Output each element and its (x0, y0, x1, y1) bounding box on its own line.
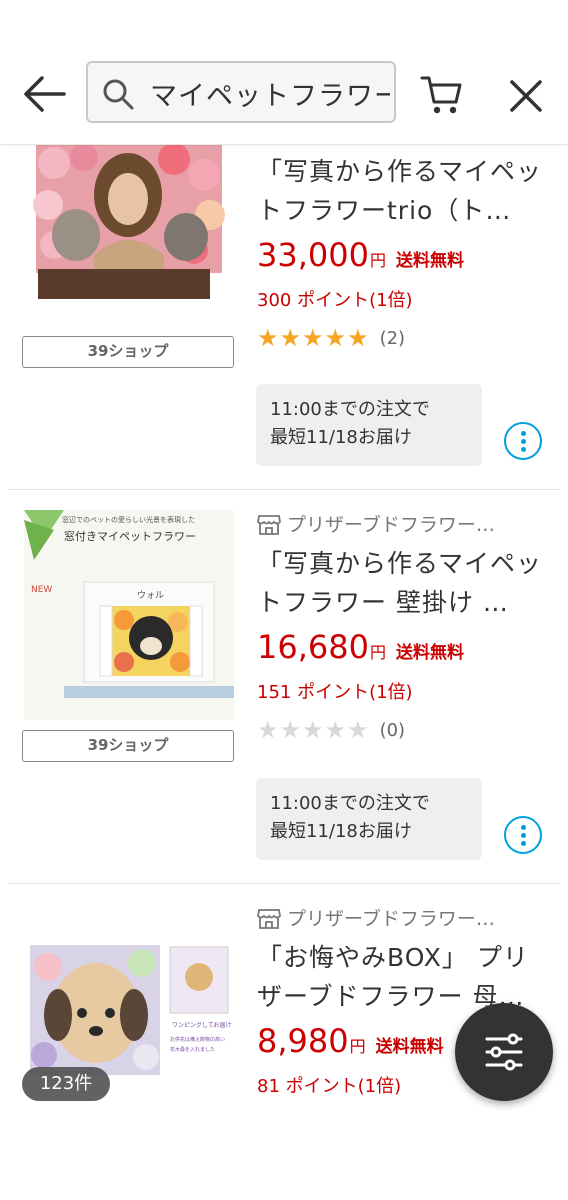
rating: ★ ★ ★ ★ ★ (0) (257, 716, 549, 744)
divider (8, 489, 560, 490)
star-icon: ★ (257, 324, 279, 352)
points: 300 ポイント(1倍) (257, 290, 413, 311)
free-shipping-label: 送料無料 (375, 1037, 444, 1057)
star-icon: ★ (347, 716, 369, 744)
star-icon: ★ (324, 324, 347, 352)
shop-tag: 39ショップ (22, 336, 234, 368)
star-icon: ★ (257, 716, 279, 744)
shop-tag: 39ショップ (22, 730, 234, 762)
delivery-info: 11:00までの注文で 最短11/18お届け (256, 384, 482, 466)
rating: ★ ★ ★ ★ ★ (2) (257, 324, 549, 352)
image-headline: 窓付きマイペットフラワー (64, 529, 196, 543)
free-shipping-label: 送料無料 (395, 251, 464, 271)
price: 16,680 (257, 628, 369, 666)
filter-button[interactable] (455, 1003, 553, 1101)
image-name-plate: ウォル (137, 590, 164, 601)
price: 33,000 (257, 236, 369, 274)
rating-count: (0) (379, 719, 406, 741)
product-image[interactable] (24, 145, 234, 303)
cart-button[interactable] (418, 70, 466, 118)
seller-name[interactable]: プリザーブドフラワー… (257, 512, 549, 538)
star-icon: ★ (302, 716, 324, 744)
top-bar (0, 0, 568, 145)
filter-sliders-icon (485, 1033, 523, 1071)
seller-label: プリザーブドフラワー… (287, 514, 495, 536)
points: 151 ポイント(1倍) (257, 682, 413, 703)
star-icon: ★ (279, 324, 302, 352)
price-row: 16,680 円 送料無料 (257, 628, 549, 672)
delivery-line: 最短11/18お届け (270, 427, 412, 448)
more-options-button[interactable] (504, 422, 542, 460)
delivery-line: 最短11/18お届け (270, 821, 412, 842)
image-text: お供花は備え飾物の高い (170, 1036, 225, 1043)
product-title[interactable]: 「写真から作るマイペットフラワーtrio（ト… (257, 152, 549, 230)
rating-count: (2) (379, 327, 406, 349)
more-options-button[interactable] (504, 816, 542, 854)
back-button[interactable] (20, 72, 68, 116)
product-info: 「写真から作るマイペットフラワーtrio（ト… 33,000 円 送料無料 30… (257, 152, 549, 352)
currency: 円 (349, 1037, 366, 1056)
cart-icon (420, 76, 462, 114)
image-caption: 窓辺でのペットの愛らしい光景を表現した (62, 515, 195, 524)
product-title[interactable]: 「写真から作るマイペットフラワー 壁掛け … (257, 544, 549, 622)
store-icon (257, 515, 281, 535)
free-shipping-label: 送料無料 (395, 643, 464, 663)
seller-label: プリザーブドフラワー… (287, 908, 495, 930)
seller-name[interactable]: プリザーブドフラワー… (257, 906, 549, 932)
result-count: 123件 (22, 1067, 110, 1101)
search-input[interactable] (148, 71, 392, 115)
delivery-info: 11:00までの注文で 最短11/18お届け (256, 778, 482, 860)
image-new-badge: NEW (31, 585, 52, 595)
delivery-line: 11:00までの注文で (270, 399, 430, 420)
close-icon (510, 80, 542, 112)
search-icon (103, 79, 134, 110)
search-box[interactable] (86, 61, 396, 123)
price: 8,980 (257, 1022, 349, 1060)
store-icon (257, 909, 281, 929)
star-icon: ★ (347, 324, 369, 352)
product-image[interactable]: NEW 窓辺でのペットの愛らしい光景を表現した 窓付きマイペットフラワー ウォル (24, 510, 234, 720)
image-text: 花木桑を入れました (170, 1046, 215, 1053)
star-icon: ★ (279, 716, 302, 744)
back-arrow-icon (24, 76, 66, 112)
delivery-line: 11:00までの注文で (270, 793, 430, 814)
currency: 円 (369, 643, 386, 662)
image-text: ワンピングしてお届け (172, 1021, 232, 1029)
product-info: プリザーブドフラワー… 「写真から作るマイペットフラワー 壁掛け … 16,68… (257, 512, 549, 744)
star-icon: ★ (324, 716, 347, 744)
price-row: 33,000 円 送料無料 (257, 236, 549, 280)
star-icon: ★ (302, 324, 324, 352)
currency: 円 (369, 251, 386, 270)
divider (8, 883, 560, 884)
close-button[interactable] (506, 76, 546, 116)
